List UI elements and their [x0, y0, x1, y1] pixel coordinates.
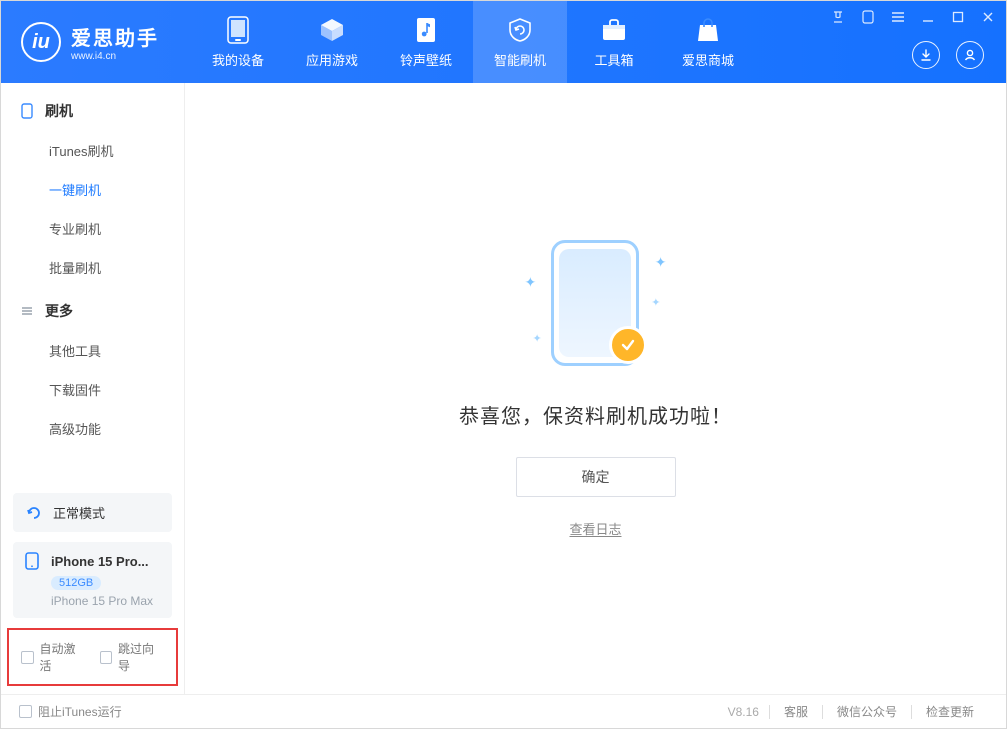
tab-store[interactable]: 爱思商城: [661, 1, 755, 83]
tab-my-device[interactable]: 我的设备: [191, 1, 285, 83]
download-button[interactable]: [912, 41, 940, 69]
sidebar-item-advanced[interactable]: 高级功能: [1, 409, 184, 448]
minimize-icon[interactable]: [920, 9, 936, 25]
tab-ringtones-wallpapers[interactable]: 铃声壁纸: [379, 1, 473, 83]
tab-label: 铃声壁纸: [400, 50, 452, 69]
sparkle-icon: ✦: [525, 274, 537, 291]
tab-label: 爱思商城: [682, 50, 734, 69]
sidebar-group-flash: 刷机 iTunes刷机 一键刷机 专业刷机 批量刷机: [1, 91, 184, 291]
checkbox-label: 阻止iTunes运行: [38, 703, 122, 720]
footer-link-check-update[interactable]: 检查更新: [912, 703, 988, 720]
sidebar-group-more: 更多 其他工具 下载固件 高级功能: [1, 291, 184, 452]
window-controls: [830, 9, 996, 25]
refresh-icon: [25, 504, 43, 522]
tab-label: 我的设备: [212, 50, 264, 69]
phone-link-icon[interactable]: [860, 9, 876, 25]
close-icon[interactable]: [980, 9, 996, 25]
brand-title: 爱思助手: [71, 22, 159, 51]
app-window: iu 爱思助手 www.i4.cn 我的设备 应用游戏: [0, 0, 1007, 729]
mode-box[interactable]: 正常模式: [13, 493, 172, 532]
checkbox-box-icon: [19, 705, 32, 718]
sidebar-group-title: 刷机: [45, 101, 73, 121]
account-button[interactable]: [956, 41, 984, 69]
feedback-icon[interactable]: [830, 9, 846, 25]
footer-link-support[interactable]: 客服: [770, 703, 822, 720]
mode-label: 正常模式: [53, 503, 105, 522]
sidebar-item-batch-flash[interactable]: 批量刷机: [1, 248, 184, 287]
sparkle-icon: ✦: [655, 254, 667, 271]
sidebar-item-pro-flash[interactable]: 专业刷机: [1, 209, 184, 248]
success-message: 恭喜您，保资料刷机成功啦！: [459, 400, 732, 429]
footer-link-wechat[interactable]: 微信公众号: [823, 703, 911, 720]
nav-tabs: 我的设备 应用游戏 铃声壁纸 智能刷机: [191, 1, 755, 83]
sidebar: 刷机 iTunes刷机 一键刷机 专业刷机 批量刷机 更多 其他工具 下载固件 …: [1, 83, 185, 694]
tab-label: 应用游戏: [306, 50, 358, 69]
footer: 阻止iTunes运行 V8.16 客服 微信公众号 检查更新: [1, 694, 1006, 728]
sidebar-item-download-firmware[interactable]: 下载固件: [1, 370, 184, 409]
success-illustration: ✦ ✦ ✦ ✦: [511, 240, 681, 370]
tab-toolbox[interactable]: 工具箱: [567, 1, 661, 83]
sidebar-item-other-tools[interactable]: 其他工具: [1, 331, 184, 370]
device-icon: [224, 16, 252, 44]
storage-tag: 512GB: [51, 576, 101, 590]
sidebar-group-head: 刷机: [1, 91, 184, 131]
view-log-link[interactable]: 查看日志: [569, 519, 621, 538]
sidebar-item-oneclick-flash[interactable]: 一键刷机: [1, 170, 184, 209]
more-icon: [19, 303, 35, 319]
device-name: iPhone 15 Pro...: [51, 554, 149, 569]
tab-label: 工具箱: [594, 50, 633, 69]
checkbox-auto-activate[interactable]: 自动激活: [21, 640, 86, 674]
tab-label: 智能刷机: [494, 50, 546, 69]
tab-apps-games[interactable]: 应用游戏: [285, 1, 379, 83]
brand-text: 爱思助手 www.i4.cn: [71, 22, 159, 62]
header: iu 爱思助手 www.i4.cn 我的设备 应用游戏: [1, 1, 1006, 83]
device-model: iPhone 15 Pro Max: [51, 594, 160, 608]
body: 刷机 iTunes刷机 一键刷机 专业刷机 批量刷机 更多 其他工具 下载固件 …: [1, 83, 1006, 694]
sidebar-group-title: 更多: [45, 301, 73, 321]
main-content: ✦ ✦ ✦ ✦ 恭喜您，保资料刷机成功啦！ 确定 查看日志: [185, 83, 1006, 694]
shield-refresh-icon: [506, 16, 534, 44]
tab-smart-flash[interactable]: 智能刷机: [473, 1, 567, 83]
maximize-icon[interactable]: [950, 9, 966, 25]
sidebar-group-head: 更多: [1, 291, 184, 331]
brand: iu 爱思助手 www.i4.cn: [1, 1, 191, 83]
music-note-icon: [412, 16, 440, 44]
activation-options-row: 自动激活 跳过向导: [7, 628, 178, 686]
checkbox-label: 跳过向导: [118, 640, 164, 674]
checkbox-box-icon: [100, 651, 113, 664]
header-actions: [912, 41, 984, 69]
sidebar-item-itunes-flash[interactable]: iTunes刷机: [1, 131, 184, 170]
device-box[interactable]: iPhone 15 Pro... 512GB iPhone 15 Pro Max: [13, 542, 172, 618]
phone-small-icon: [19, 103, 35, 119]
brand-logo-icon: iu: [21, 22, 61, 62]
sparkle-icon: ✦: [533, 332, 542, 345]
checkbox-label: 自动激活: [40, 640, 86, 674]
checkbox-block-itunes[interactable]: 阻止iTunes运行: [19, 703, 122, 720]
footer-links: 客服 微信公众号 检查更新: [769, 703, 988, 720]
checkmark-badge-icon: [609, 326, 647, 364]
toolbox-icon: [600, 16, 628, 44]
checkbox-box-icon: [21, 651, 34, 664]
checkbox-skip-guide[interactable]: 跳过向导: [100, 640, 165, 674]
ok-button[interactable]: 确定: [516, 457, 676, 497]
version-label: V8.16: [728, 705, 759, 719]
sparkle-icon: ✦: [651, 296, 660, 309]
brand-subtitle: www.i4.cn: [71, 51, 159, 62]
phone-outline-icon: [25, 552, 43, 570]
menu-icon[interactable]: [890, 9, 906, 25]
shopping-bag-icon: [694, 16, 722, 44]
cube-icon: [318, 16, 346, 44]
